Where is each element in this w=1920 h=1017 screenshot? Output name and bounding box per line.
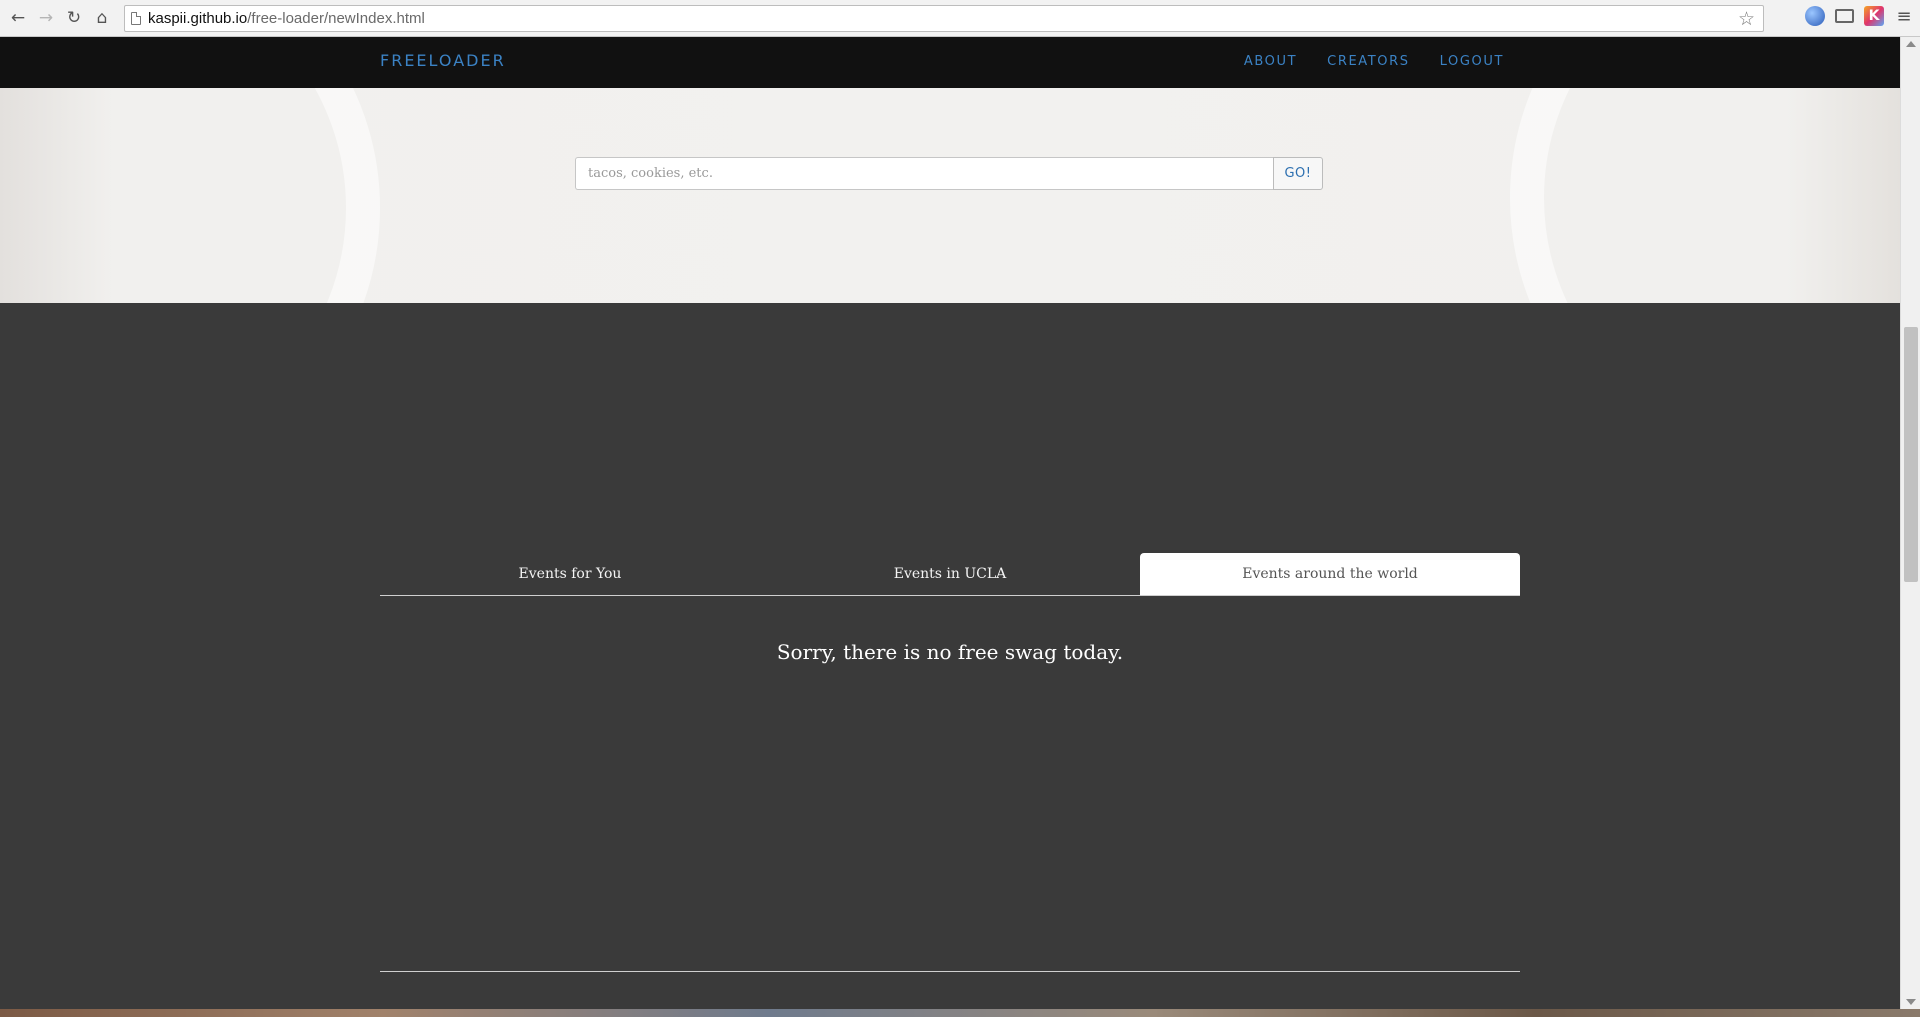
nav-link-logout[interactable]: LOGOUT	[1440, 54, 1504, 69]
site-navbar: FREELOADER ABOUT CREATORS LOGOUT	[0, 37, 1900, 88]
section-divider	[380, 971, 1520, 972]
hero-background-plate-left	[0, 88, 380, 303]
events-tabs: Events for You Events in UCLA Events aro…	[380, 553, 1520, 596]
nav-link-about[interactable]: ABOUT	[1244, 54, 1297, 69]
browser-menu-icon[interactable]: ≡	[1894, 6, 1914, 27]
events-section: Events for You Events in UCLA Events aro…	[0, 303, 1900, 1009]
url-path: /free-loader/newIndex.html	[247, 10, 425, 27]
globe-extension-icon[interactable]	[1805, 6, 1825, 26]
tab-events-for-you[interactable]: Events for You	[380, 553, 760, 595]
empty-state-message: Sorry, there is no free swag today.	[776, 640, 1124, 664]
scroll-up-arrow-icon[interactable]	[1906, 41, 1916, 47]
hero-banner: GO!	[0, 88, 1900, 303]
page-icon	[131, 12, 141, 25]
k-extension-icon[interactable]: K	[1864, 6, 1884, 26]
tab-events-in-ucla[interactable]: Events in UCLA	[760, 553, 1140, 595]
nav-link-creators[interactable]: CREATORS	[1327, 54, 1409, 69]
cast-icon[interactable]	[1835, 9, 1854, 23]
browser-toolbar: ← → ↻ ⌂ kaspii.github.io/free-loader/new…	[0, 0, 1920, 37]
bookmark-star-icon[interactable]: ☆	[1738, 8, 1755, 30]
reload-icon[interactable]: ↻	[60, 4, 88, 32]
extension-area: K ≡	[1805, 6, 1914, 27]
os-taskbar-edge	[0, 1009, 1920, 1017]
url-host: kaspii.github.io	[148, 10, 248, 27]
address-bar[interactable]: kaspii.github.io/free-loader/newIndex.ht…	[124, 5, 1764, 32]
hero-background-plate-right	[1510, 88, 1900, 303]
tab-events-around-the-world[interactable]: Events around the world	[1140, 553, 1520, 595]
scroll-down-arrow-icon[interactable]	[1906, 999, 1916, 1005]
forward-icon[interactable]: →	[32, 4, 60, 32]
search-bar: GO!	[575, 157, 1323, 190]
home-icon[interactable]: ⌂	[88, 4, 116, 32]
back-icon[interactable]: ←	[4, 4, 32, 32]
search-input[interactable]	[575, 157, 1273, 190]
brand-logo-link[interactable]: FREELOADER	[380, 51, 506, 70]
go-button[interactable]: GO!	[1273, 157, 1323, 190]
browser-nav-buttons: ← → ↻ ⌂	[4, 4, 116, 32]
nav-links: ABOUT CREATORS LOGOUT	[1244, 54, 1504, 69]
page-scrollbar[interactable]	[1900, 37, 1920, 1009]
scroll-thumb[interactable]	[1904, 327, 1918, 582]
